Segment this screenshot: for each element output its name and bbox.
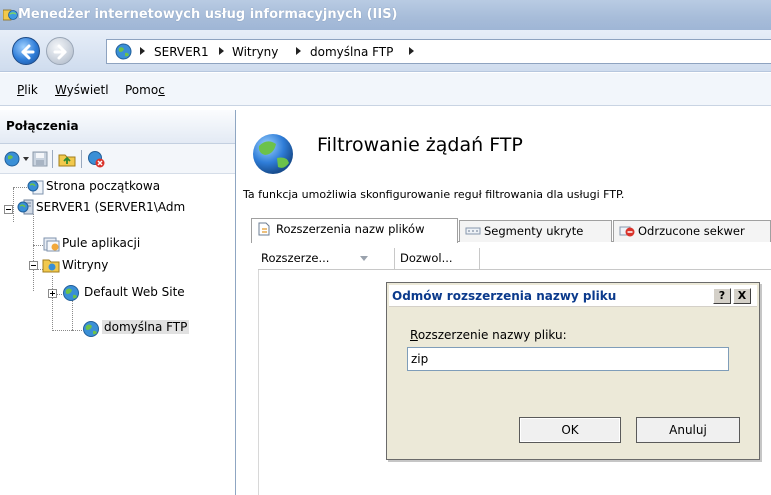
tab-file-extensions[interactable]: Rozszerzenia nazw plików (251, 218, 458, 243)
tree-expand-toggle[interactable] (48, 289, 57, 298)
breadcrumb-ftp-site[interactable]: domyślna FTP (310, 45, 393, 59)
iis-manager-icon (3, 9, 18, 21)
extension-field-label: Rozszerzenie nazwy pliku: (410, 328, 567, 342)
extension-input[interactable] (407, 347, 729, 371)
breadcrumb-server[interactable]: SERVER1 (154, 45, 209, 59)
menu-help[interactable]: Pomoc (125, 83, 165, 97)
window-title: Menedżer internetowych usług informacyjn… (18, 7, 398, 22)
menu-bar: Plik Wyświetl Pomoc (0, 73, 771, 106)
menu-file[interactable]: Plik (17, 83, 38, 97)
start-page-icon (27, 180, 44, 195)
tab-hidden-segments-label: Segmenty ukryte (484, 224, 584, 238)
tab-strip: Rozszerzenia nazw plików Segmenty ukryte… (251, 218, 771, 243)
tree-collapse-toggle[interactable] (4, 205, 13, 214)
breadcrumb-separator[interactable] (219, 47, 224, 55)
tree-item-default-ftp[interactable]: domyślna FTP (102, 320, 190, 334)
server-icon (17, 199, 34, 215)
ftp-site-globe-icon (83, 321, 99, 337)
breadcrumb-separator[interactable] (140, 47, 145, 55)
arrow-right-icon (53, 44, 67, 60)
tree-item-default-web-site[interactable]: Default Web Site (84, 285, 185, 299)
breadcrumb-separator[interactable] (409, 47, 414, 55)
connections-panel: Połączenia Strona początkowa SERVER1 (SE… (0, 110, 236, 495)
tab-file-extensions-label: Rozszerzenia nazw plików (276, 222, 425, 236)
website-globe-icon (63, 285, 79, 301)
disconnect-icon[interactable] (87, 150, 105, 168)
breadcrumb[interactable]: SERVER1 Witryny domyślna FTP (106, 39, 771, 64)
denied-sequences-icon (619, 226, 635, 237)
dialog-title: Odmów rozszerzenia nazwy pliku (392, 289, 617, 303)
deny-extension-dialog: Odmów rozszerzenia nazwy pliku ? X Rozsz… (386, 282, 760, 460)
application-pools-icon (43, 237, 60, 252)
page-title: Filtrowanie żądań FTP (317, 134, 523, 156)
page-description: Ta funkcja umożliwia skonfigurowanie reg… (243, 188, 625, 201)
ftp-filtering-globe-icon (253, 134, 293, 174)
column-header-allowed[interactable]: Dozwol... (400, 251, 453, 265)
forward-button[interactable] (46, 37, 74, 65)
column-header-extension[interactable]: Rozszerze... (261, 251, 329, 265)
breadcrumb-sites[interactable]: Witryny (232, 45, 278, 59)
menu-view[interactable]: Wyświetl (55, 83, 109, 97)
connections-toolbar (0, 144, 235, 174)
sites-folder-icon (42, 259, 60, 273)
tree-item-start-page[interactable]: Strona początkowa (46, 179, 160, 193)
tree-item-server[interactable]: SERVER1 (SERVER1\Adm (36, 200, 185, 214)
address-bar: SERVER1 Witryny domyślna FTP (0, 30, 771, 72)
tree-item-sites[interactable]: Witryny (62, 258, 108, 272)
arrow-left-icon (21, 44, 35, 60)
dialog-titlebar: Odmów rozszerzenia nazwy pliku ? X (389, 285, 757, 307)
cancel-button[interactable]: Anuluj (636, 417, 740, 443)
save-icon[interactable] (32, 150, 48, 168)
tree-collapse-toggle[interactable] (29, 261, 38, 270)
connections-header: Połączenia (0, 110, 235, 144)
globe-icon (115, 43, 132, 60)
tab-hidden-segments[interactable]: Segmenty ukryte (459, 220, 612, 242)
help-button[interactable]: ? (713, 288, 731, 304)
window-titlebar: Menedżer internetowych usług informacyjn… (0, 0, 771, 30)
up-folder-icon[interactable] (58, 150, 76, 168)
list-header: Rozszerze... Dozwol... (258, 248, 771, 270)
sort-arrow-down-icon (360, 256, 368, 261)
hidden-segments-icon (465, 227, 481, 235)
connect-icon[interactable] (4, 150, 30, 168)
tab-denied-sequences-label: Odrzucone sekwer (638, 224, 745, 238)
connections-title: Połączenia (6, 119, 79, 133)
close-button[interactable]: X (733, 288, 751, 304)
ok-button[interactable]: OK (519, 417, 621, 443)
tree-item-application-pools[interactable]: Pule aplikacji (62, 236, 140, 250)
tab-denied-sequences[interactable]: Odrzucone sekwer (613, 220, 771, 242)
breadcrumb-separator[interactable] (296, 47, 301, 55)
document-icon (258, 222, 270, 236)
connections-tree: Strona początkowa SERVER1 (SERVER1\Adm P… (0, 174, 235, 495)
back-button[interactable] (12, 37, 40, 65)
